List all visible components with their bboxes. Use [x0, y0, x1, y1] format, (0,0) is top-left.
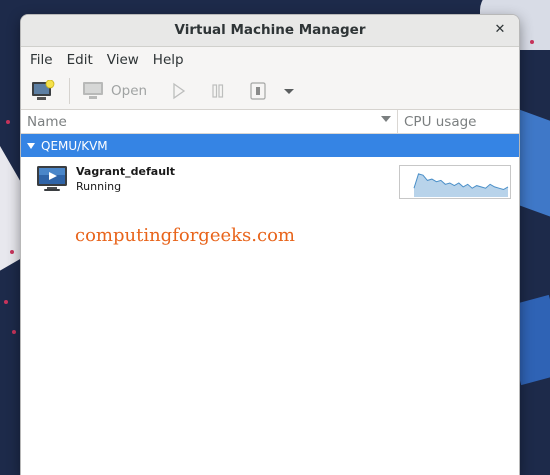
shutdown-button[interactable] [249, 76, 267, 106]
app-window: Virtual Machine Manager ✕ File Edit View… [21, 15, 519, 475]
vm-status: Running [76, 180, 122, 193]
open-button[interactable]: Open [82, 76, 147, 106]
connection-label: QEMU/KVM [41, 138, 108, 153]
column-header-name-label: Name [27, 113, 67, 130]
chevron-down-icon [284, 89, 295, 94]
watermark-text: computingforgeeks.com [75, 225, 295, 246]
wallpaper-dot [4, 300, 8, 304]
menu-bar: File Edit View Help [21, 47, 519, 73]
connection-row[interactable]: QEMU/KVM [21, 134, 519, 157]
vm-screen-icon [37, 166, 67, 191]
new-vm-button[interactable] [31, 76, 55, 106]
cpu-usage-graph [399, 165, 511, 199]
close-icon[interactable]: ✕ [491, 21, 509, 39]
menu-help[interactable]: Help [146, 47, 191, 73]
wallpaper-dot [6, 120, 10, 124]
pause-button[interactable] [211, 76, 225, 106]
open-button-label: Open [111, 83, 148, 99]
pause-icon [212, 84, 224, 98]
list-header: Name CPU usage [21, 110, 519, 134]
toolbar: Open [21, 73, 519, 110]
new-vm-icon [32, 80, 55, 100]
wallpaper-dot [10, 250, 14, 254]
menu-edit[interactable]: Edit [60, 47, 100, 73]
title-bar[interactable]: Virtual Machine Manager ✕ [21, 15, 519, 47]
run-button[interactable] [172, 76, 186, 106]
vm-row[interactable]: Vagrant_default Running [21, 157, 519, 201]
window-title: Virtual Machine Manager [174, 22, 366, 38]
column-header-cpu[interactable]: CPU usage [398, 110, 519, 133]
menu-view[interactable]: View [100, 47, 146, 73]
column-header-name[interactable]: Name [21, 110, 398, 133]
shutdown-menu-button[interactable] [283, 76, 295, 106]
column-header-cpu-label: CPU usage [404, 113, 477, 130]
wallpaper-dot [530, 40, 534, 44]
vm-name: Vagrant_default [76, 165, 176, 178]
expander-icon[interactable] [27, 142, 35, 149]
power-icon [250, 82, 266, 100]
toolbar-separator [69, 78, 70, 104]
monitor-icon [83, 82, 103, 99]
sort-arrow-icon [381, 116, 391, 122]
wallpaper-dot [12, 330, 16, 334]
play-icon [173, 82, 186, 100]
menu-file[interactable]: File [23, 47, 60, 73]
